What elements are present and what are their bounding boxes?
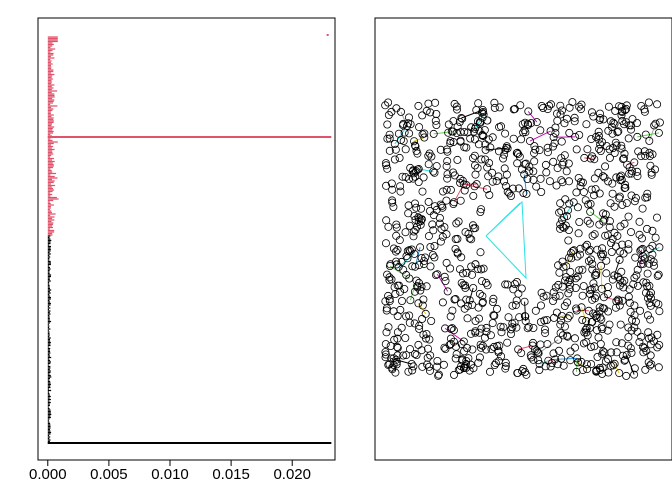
network-scatter (381, 98, 664, 380)
right-panel (374, 17, 672, 461)
x-tick-label: 0.010 (151, 466, 189, 480)
x-tick-label: 0.020 (273, 466, 311, 480)
x-tick-label: 0.015 (212, 466, 250, 480)
isolated-point (326, 34, 329, 36)
x-axis: 0.000 0.005 0.010 0.015 0.020 (29, 459, 311, 480)
left-plot-marks (47, 34, 332, 444)
hole-spanning-edges (485, 200, 527, 280)
left-panel: 0.000 0.005 0.010 0.015 0.020 (29, 17, 336, 480)
network-edges (413, 137, 620, 374)
x-tick-label: 0.000 (29, 466, 67, 480)
node-circles (381, 98, 664, 380)
lower-block-steps (47, 235, 52, 444)
left-plot-frame (37, 17, 336, 461)
network-edges (414, 174, 578, 360)
x-tick-label: 0.005 (90, 466, 128, 480)
figure: 0.000 0.005 0.010 0.015 0.020 (29, 17, 672, 480)
